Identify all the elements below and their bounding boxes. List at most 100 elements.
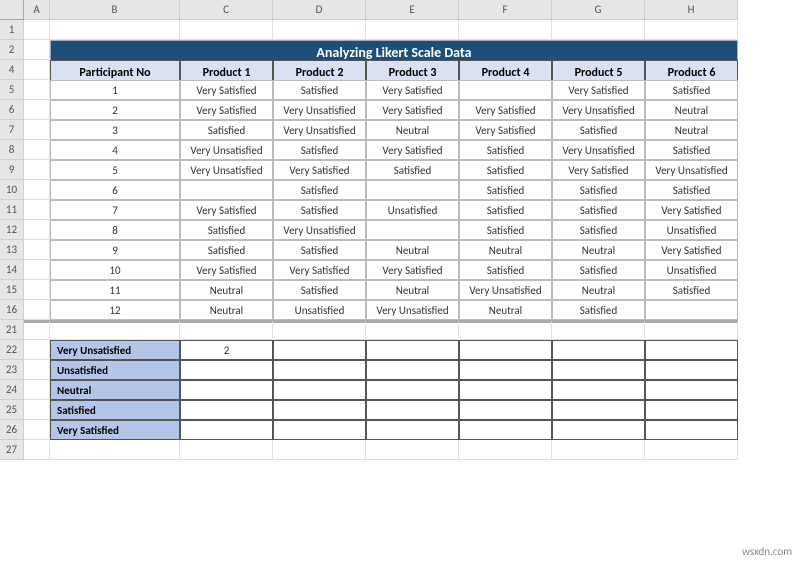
cell[interactable] [366, 320, 459, 340]
cell[interactable] [552, 20, 645, 40]
cell[interactable] [24, 120, 50, 140]
summary-cell[interactable] [645, 340, 738, 360]
data-cell[interactable]: Satisfied [273, 280, 366, 300]
cell[interactable] [273, 20, 366, 40]
cell[interactable] [24, 180, 50, 200]
data-cell[interactable]: Satisfied [273, 240, 366, 260]
row-header[interactable]: 22 [0, 340, 24, 360]
data-cell[interactable]: Neutral [459, 240, 552, 260]
data-cell[interactable]: Satisfied [273, 180, 366, 200]
data-cell[interactable]: Satisfied [180, 220, 273, 240]
summary-cell[interactable] [552, 360, 645, 380]
data-cell[interactable]: Very Satisfied [180, 100, 273, 120]
summary-cell[interactable] [180, 420, 273, 440]
column-header[interactable]: H [645, 0, 738, 20]
summary-cell[interactable] [459, 360, 552, 380]
cell[interactable] [24, 260, 50, 280]
column-header[interactable]: E [366, 0, 459, 20]
data-cell[interactable]: Very Satisfied [552, 160, 645, 180]
participant-cell[interactable]: 1 [50, 80, 180, 100]
data-cell[interactable]: Satisfied [552, 220, 645, 240]
column-header[interactable]: F [459, 0, 552, 20]
summary-cell[interactable] [273, 400, 366, 420]
cell[interactable] [645, 320, 738, 340]
data-cell[interactable]: Satisfied [459, 220, 552, 240]
data-cell[interactable]: Neutral [180, 300, 273, 320]
cell[interactable] [24, 200, 50, 220]
cell[interactable] [24, 420, 50, 440]
participant-cell[interactable]: 2 [50, 100, 180, 120]
data-cell[interactable]: Unsatisfied [645, 260, 738, 280]
participant-cell[interactable]: 5 [50, 160, 180, 180]
data-cell[interactable] [366, 220, 459, 240]
cell[interactable] [180, 20, 273, 40]
row-header[interactable]: 15 [0, 280, 24, 300]
participant-cell[interactable]: 7 [50, 200, 180, 220]
participant-cell[interactable]: 10 [50, 260, 180, 280]
summary-cell[interactable] [552, 380, 645, 400]
summary-cell[interactable] [180, 360, 273, 380]
summary-cell[interactable] [459, 380, 552, 400]
participant-cell[interactable]: 6 [50, 180, 180, 200]
cell[interactable] [24, 60, 50, 80]
summary-cell[interactable] [645, 420, 738, 440]
cell[interactable] [366, 440, 459, 460]
summary-cell[interactable] [273, 380, 366, 400]
cell[interactable] [24, 220, 50, 240]
cell[interactable] [24, 440, 50, 460]
summary-cell[interactable] [273, 340, 366, 360]
row-header[interactable]: 26 [0, 420, 24, 440]
data-cell[interactable]: Very Unsatisfied [645, 160, 738, 180]
data-cell[interactable]: Satisfied [552, 180, 645, 200]
data-cell[interactable]: Very Satisfied [180, 200, 273, 220]
summary-cell[interactable] [180, 400, 273, 420]
cell[interactable] [645, 440, 738, 460]
data-cell[interactable]: Satisfied [273, 80, 366, 100]
row-header[interactable]: 6 [0, 100, 24, 120]
select-all-corner[interactable] [0, 0, 24, 20]
participant-cell[interactable]: 9 [50, 240, 180, 260]
data-cell[interactable]: Neutral [552, 280, 645, 300]
summary-cell[interactable] [459, 420, 552, 440]
cell[interactable] [180, 320, 273, 340]
data-cell[interactable]: Satisfied [273, 140, 366, 160]
data-cell[interactable]: Satisfied [180, 240, 273, 260]
data-cell[interactable]: Unsatisfied [645, 220, 738, 240]
summary-cell[interactable] [273, 420, 366, 440]
data-cell[interactable]: Satisfied [552, 120, 645, 140]
data-cell[interactable] [459, 80, 552, 100]
data-cell[interactable]: Satisfied [645, 80, 738, 100]
data-cell[interactable]: Very Satisfied [366, 80, 459, 100]
row-header[interactable]: 14 [0, 260, 24, 280]
summary-cell[interactable] [552, 400, 645, 420]
participant-cell[interactable]: 4 [50, 140, 180, 160]
column-header[interactable]: C [180, 0, 273, 20]
data-cell[interactable]: Satisfied [459, 160, 552, 180]
data-cell[interactable]: Satisfied [552, 300, 645, 320]
data-cell[interactable]: Very Unsatisfied [366, 300, 459, 320]
cell[interactable] [459, 320, 552, 340]
data-cell[interactable]: Neutral [552, 240, 645, 260]
row-header[interactable]: 12 [0, 220, 24, 240]
cell[interactable] [24, 80, 50, 100]
cell[interactable] [645, 20, 738, 40]
data-cell[interactable]: Very Satisfied [366, 100, 459, 120]
cell[interactable] [552, 320, 645, 340]
cell[interactable] [273, 320, 366, 340]
participant-cell[interactable]: 8 [50, 220, 180, 240]
row-header[interactable]: 16 [0, 300, 24, 320]
column-header[interactable]: D [273, 0, 366, 20]
cell[interactable] [24, 360, 50, 380]
row-header[interactable]: 24 [0, 380, 24, 400]
cell[interactable] [24, 380, 50, 400]
cell[interactable] [24, 40, 50, 60]
row-header[interactable]: 2 [0, 40, 24, 60]
row-header[interactable]: 5 [0, 80, 24, 100]
data-cell[interactable]: Neutral [366, 280, 459, 300]
data-cell[interactable]: Satisfied [645, 280, 738, 300]
data-cell[interactable]: Satisfied [645, 180, 738, 200]
summary-cell[interactable] [366, 340, 459, 360]
data-cell[interactable]: Very Unsatisfied [273, 220, 366, 240]
row-header[interactable]: 23 [0, 360, 24, 380]
data-cell[interactable]: Very Satisfied [180, 260, 273, 280]
